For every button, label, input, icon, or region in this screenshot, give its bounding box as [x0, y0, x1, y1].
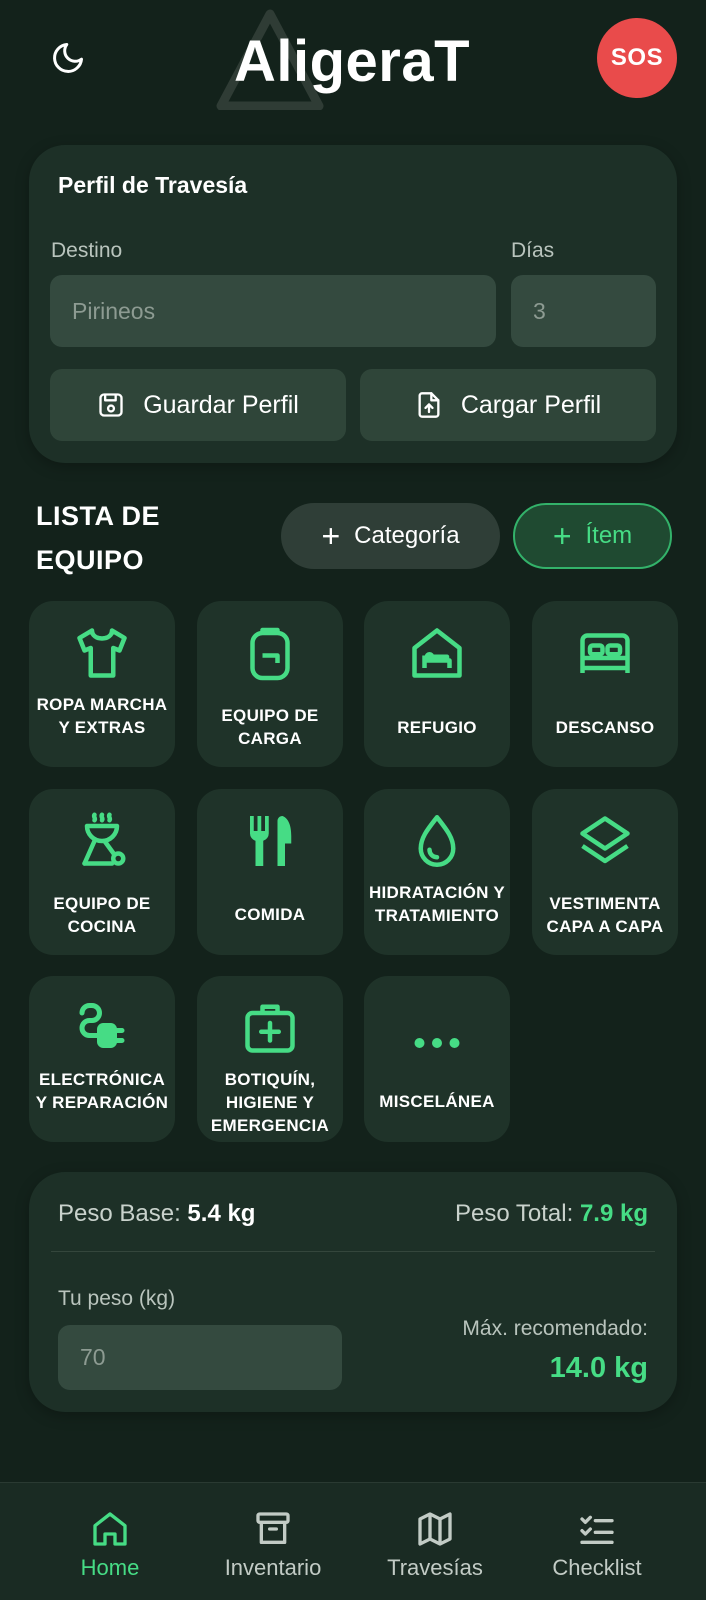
- category-tile-carga[interactable]: EQUIPO DE CARGA: [197, 601, 343, 767]
- save-profile-label: Guardar Perfil: [143, 390, 299, 419]
- category-label: DESCANSO: [555, 718, 655, 737]
- backpack-icon: [250, 627, 290, 681]
- add-category-button[interactable]: + Categoría: [281, 503, 500, 569]
- total-weight-label: Peso Total:: [454, 1200, 574, 1227]
- category-label: BOTIQUÍN, HIGIENE Y EMERGENCIA: [210, 1070, 330, 1135]
- category-tile-comida[interactable]: COMIDA: [197, 789, 343, 955]
- base-weight: Peso Base: 5.4 kg: [58, 1200, 255, 1228]
- nav-label: Inventario: [224, 1555, 322, 1580]
- plug-icon: [79, 1003, 125, 1048]
- days-label: Días: [511, 239, 555, 262]
- moon-icon[interactable]: [50, 40, 86, 76]
- sos-button[interactable]: SOS: [597, 18, 677, 98]
- max-recommended-value: 14.0 kg: [549, 1352, 648, 1384]
- total-weight: Peso Total: 7.9 kg: [455, 1200, 648, 1228]
- max-recommended-label: Máx. recomendado:: [462, 1317, 648, 1340]
- category-tile-refugio[interactable]: REFUGIO: [364, 601, 510, 767]
- water-drop-icon: [418, 815, 456, 867]
- app-header: AligeraT SOS: [0, 0, 706, 125]
- file-upload-icon: [418, 392, 440, 418]
- nav-checklist[interactable]: Checklist: [509, 1483, 685, 1600]
- plus-icon: +: [321, 518, 341, 554]
- category-tile-miscelanea[interactable]: MISCELÁNEA: [364, 976, 510, 1142]
- days-input[interactable]: 3: [511, 275, 656, 347]
- category-tile-vestimenta[interactable]: VESTIMENTA CAPA A CAPA: [532, 789, 678, 955]
- nav-home[interactable]: Home: [22, 1483, 198, 1600]
- category-label: ELECTRÓNICA Y REPARACIÓN: [35, 1070, 169, 1112]
- category-label: REFUGIO: [397, 718, 477, 737]
- archive-icon: [256, 1512, 290, 1544]
- first-aid-icon: [245, 1004, 295, 1053]
- category-label: VESTIMENTA CAPA A CAPA: [546, 894, 664, 936]
- category-tile-botiquin[interactable]: BOTIQUÍN, HIGIENE Y EMERGENCIA: [197, 976, 343, 1142]
- nav-label: Checklist: [552, 1555, 642, 1580]
- gear-title-line2: EQUIPO: [36, 545, 145, 575]
- category-label: ROPA MARCHA Y EXTRAS: [36, 695, 168, 737]
- category-label: EQUIPO DE CARGA: [221, 706, 319, 748]
- grill-icon: [82, 812, 126, 866]
- destination-input[interactable]: Pirineos: [50, 275, 496, 347]
- destination-label: Destino: [51, 239, 123, 262]
- more-dots-icon: [414, 1038, 460, 1048]
- bed-icon: [580, 633, 630, 673]
- load-profile-label: Cargar Perfil: [460, 390, 602, 419]
- home-icon: [93, 1512, 127, 1546]
- save-profile-button[interactable]: Guardar Perfil: [50, 369, 346, 441]
- category-tile-cocina[interactable]: EQUIPO DE COCINA: [29, 789, 175, 955]
- total-weight-value: 7.9 kg: [579, 1200, 648, 1227]
- utensils-icon: [249, 816, 292, 866]
- category-tile-descanso[interactable]: DESCANSO: [532, 601, 678, 767]
- bottom-navigation: Home Inventario Travesías Checklist: [0, 1482, 706, 1600]
- base-weight-value: 5.4 kg: [187, 1200, 256, 1227]
- plus-icon: +: [552, 518, 572, 554]
- your-weight-input[interactable]: 70: [58, 1325, 342, 1390]
- nav-inventario[interactable]: Inventario: [185, 1483, 361, 1600]
- nav-travesias[interactable]: Travesías: [347, 1483, 523, 1600]
- profile-title: Perfil de Travesía: [58, 172, 248, 198]
- checklist-icon: [580, 1515, 614, 1544]
- weight-summary-card: Peso Base: 5.4 kg Peso Total: 7.9 kg Tu …: [29, 1172, 677, 1412]
- category-label: HIDRATACIÓN Y TRATAMIENTO: [368, 883, 506, 925]
- gear-list-title: LISTA DE EQUIPO: [36, 494, 160, 582]
- category-label: MISCELÁNEA: [379, 1092, 495, 1111]
- add-item-label: Ítem: [585, 522, 633, 549]
- nav-label: Travesías: [387, 1555, 483, 1580]
- layers-icon: [580, 816, 630, 864]
- add-category-label: Categoría: [354, 522, 460, 549]
- profile-card: Perfil de Travesía Destino Días Pirineos…: [29, 145, 677, 463]
- add-item-button[interactable]: + Ítem: [513, 503, 672, 569]
- base-weight-label: Peso Base:: [58, 1200, 181, 1227]
- load-profile-button[interactable]: Cargar Perfil: [360, 369, 656, 441]
- nav-label: Home: [80, 1555, 140, 1580]
- shirt-icon: [77, 628, 127, 678]
- your-weight-label: Tu peso (kg): [58, 1287, 176, 1310]
- divider: [51, 1251, 655, 1252]
- category-tile-ropa[interactable]: ROPA MARCHA Y EXTRAS: [29, 601, 175, 767]
- category-tile-hidratacion[interactable]: HIDRATACIÓN Y TRATAMIENTO: [364, 789, 510, 955]
- save-icon: [99, 393, 123, 417]
- map-icon: [418, 1512, 452, 1546]
- gear-title-line1: LISTA DE: [36, 501, 160, 531]
- category-label: COMIDA: [234, 905, 306, 924]
- shelter-icon: [412, 628, 462, 678]
- category-label: EQUIPO DE COCINA: [53, 894, 151, 936]
- category-tile-electronica[interactable]: ELECTRÓNICA Y REPARACIÓN: [29, 976, 175, 1142]
